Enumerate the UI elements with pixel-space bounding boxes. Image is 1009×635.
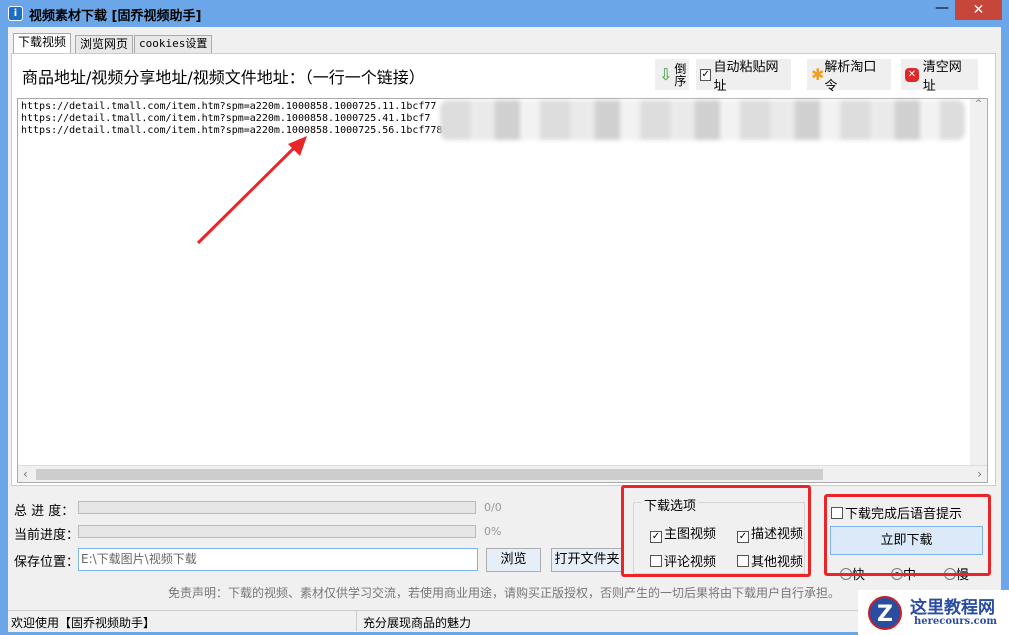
clear-urls-button[interactable]: ✕ 清空网址 [901,59,978,94]
watermark-logo: Z 这里教程网 herecours.com [858,590,1009,635]
scroll-up-icon: ^ [974,99,983,109]
browse-button[interactable]: 浏览 [486,548,541,572]
tab-browse-web[interactable]: 浏览网页 [75,35,134,53]
reverse-label: 倒序 [674,61,687,88]
clear-label: 清空网址 [922,59,962,94]
checkbox-checked-icon: ✓ [700,68,712,81]
title-bar: i 视频素材下载 [固乔视频助手] — ✕ [0,0,1009,27]
watermark-url: herecours.com [914,616,998,627]
disclaimer-text: 免责声明：下载的视频、素材仅供学习交流，若使用商业用途，请购买正版授权，否则产生… [168,586,841,600]
url-textarea[interactable]: https://detail.tmall.com/item.htm?spm=a2… [17,98,988,483]
tab-download-video[interactable]: 下载视频 [13,33,72,54]
auto-paste-label: 自动粘贴网址 [713,59,779,94]
current-progress-bar [78,525,476,538]
url-label: 商品地址/视频分享地址/视频文件地址：（一行一个链接） [22,68,425,87]
close-button[interactable]: ✕ [955,0,1002,20]
parse-code-label: 解析淘口令 [824,59,877,94]
parse-code-button[interactable]: ✱ 解析淘口令 [807,59,891,94]
scroll-right-icon: › [977,467,982,481]
total-progress-label: 总 进 度： [14,504,75,519]
tab-cookies-settings[interactable]: cookies设置 [134,35,213,53]
status-right: 充分展现商品的魅力 [363,616,472,630]
horizontal-scrollbar[interactable]: ‹ › [18,465,987,482]
current-progress-value: 0% [484,525,502,538]
total-progress-value: 0/0 [484,501,502,514]
blurred-region [440,100,965,140]
total-progress-bar [78,501,476,514]
z-logo-icon: Z [868,596,902,630]
auto-paste-checkbox[interactable]: ✓ 自动粘贴网址 [696,59,791,94]
save-path-input[interactable]: E:\下载图片\视频下载 [78,548,478,571]
highlight-box [824,494,991,576]
scrollbar-thumb[interactable] [36,469,823,480]
scroll-left-icon: ‹ [23,467,28,481]
reverse-button[interactable]: ⇩ 倒序 [655,59,689,90]
save-location-label: 保存位置： [14,555,80,570]
vertical-scrollbar[interactable]: ^ [970,99,987,465]
asterisk-icon: ✱ [811,65,825,84]
watermark-name: 这里教程网 [910,598,995,618]
red-x-icon: ✕ [905,67,919,82]
status-left: 欢迎使用【固乔视频助手】 [11,616,156,630]
red-arrow-annotation [196,136,307,245]
app-icon: i [8,6,23,21]
highlight-box [621,485,811,577]
open-folder-button[interactable]: 打开文件夹 [551,548,623,572]
minimize-button[interactable]: — [929,0,955,20]
window-title: 视频素材下载 [固乔视频助手] [29,9,202,24]
status-bar: 欢迎使用【固乔视频助手】 充分展现商品的魅力 [8,610,1001,631]
arrow-down-icon: ⇩ [659,64,673,84]
current-progress-label: 当前进度： [14,528,80,543]
